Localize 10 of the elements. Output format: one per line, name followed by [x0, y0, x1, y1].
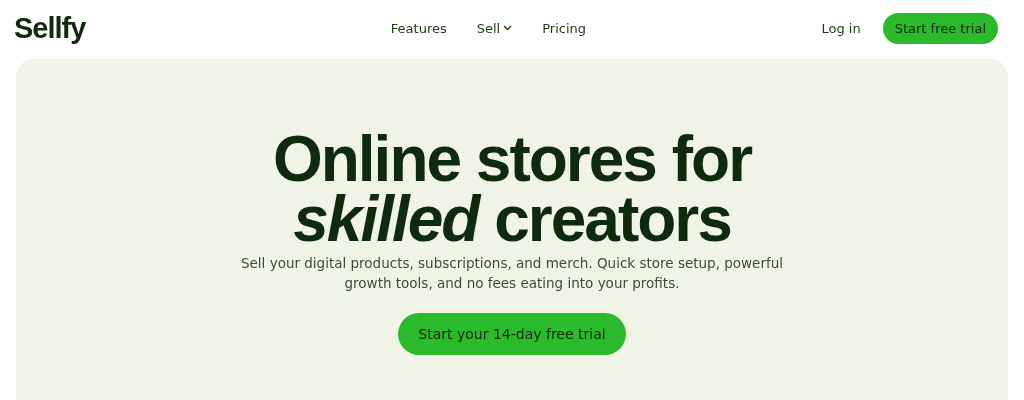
nav-link[interactable]: Pricing [542, 20, 587, 36]
logo[interactable]: Sellfy [14, 11, 86, 45]
nav-link[interactable]: Features [390, 20, 447, 36]
start-trial-button[interactable]: Start free trial [882, 12, 998, 44]
hero-headline: Online stores for skilled creators [271, 129, 753, 249]
start-trial-button[interactable]: Start your 14-day free trial [398, 313, 626, 355]
hero-subtitle: Sell your digital products, subscriptions, and merch. Quick store setup, powerful growth tools, and no fees eating into your profits. [239, 254, 785, 293]
login-link[interactable]: Log in [821, 20, 861, 36]
nav-link[interactable]: Sell [476, 20, 513, 36]
chevron-down-icon [503, 25, 513, 31]
